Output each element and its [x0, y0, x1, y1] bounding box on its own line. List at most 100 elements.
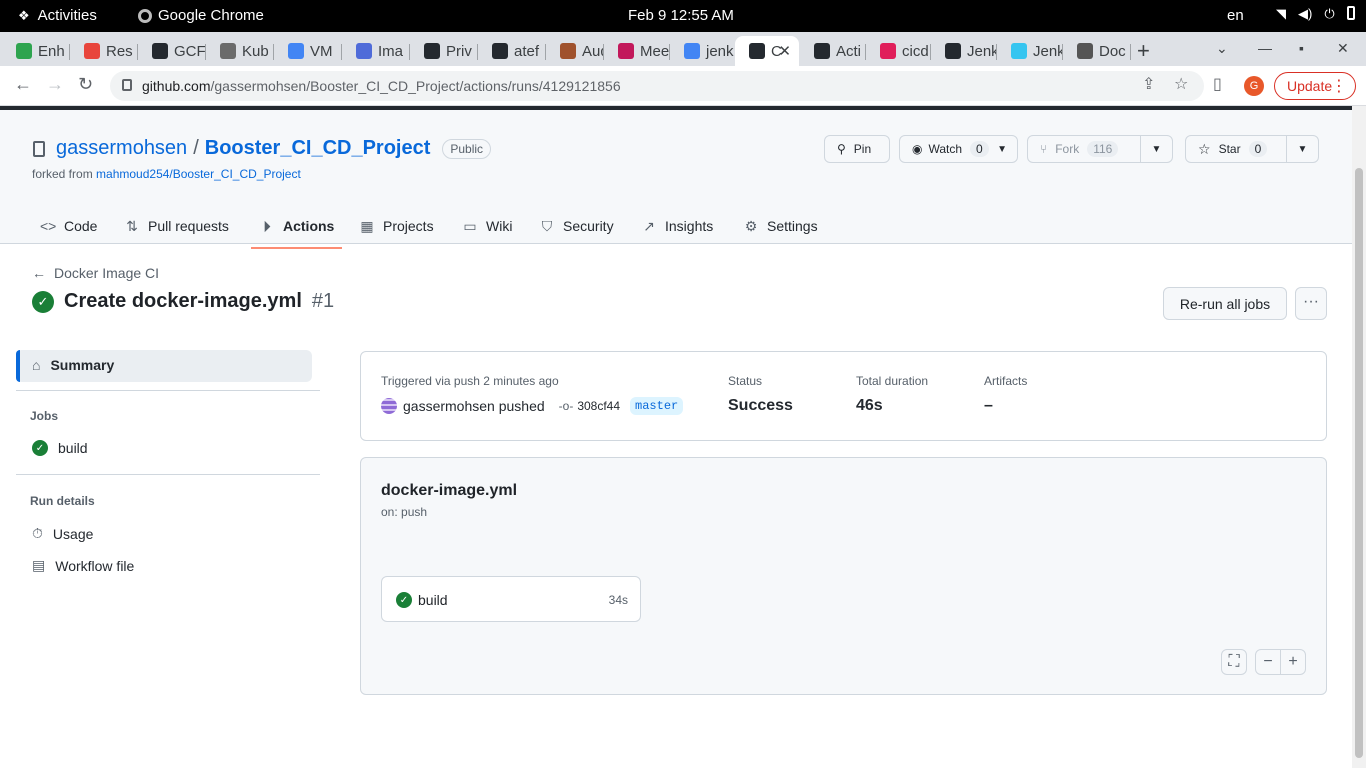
tab-pull-requests[interactable]: ⇅ Pull requests: [124, 204, 229, 248]
reload-icon[interactable]: ↻: [78, 74, 93, 95]
browser-tab[interactable]: GCF: [138, 36, 206, 66]
fullscreen-icon[interactable]: ⛶: [1221, 649, 1247, 675]
repo-nav: <> Code ⇅ Pull requests ⏵ Actions ▦ Projects…: [0, 204, 1352, 249]
browser-tab[interactable]: Acti: [800, 36, 866, 66]
browser-tab[interactable]: Jenk: [931, 36, 997, 66]
page-scrollbar[interactable]: [1352, 106, 1366, 768]
minimize-button[interactable]: —: [1258, 40, 1272, 56]
shield-icon: ⛉: [541, 217, 553, 234]
browser-tab[interactable]: Priv: [410, 36, 478, 66]
tab-settings-label: Settings: [767, 218, 818, 234]
browser-tab[interactable]: Res: [70, 36, 138, 66]
kebab-horizontal-icon[interactable]: ···: [1295, 287, 1327, 320]
language-indicator[interactable]: en: [1227, 7, 1244, 24]
tab-insights[interactable]: ↗ Insights: [641, 204, 713, 248]
workflow-trigger: on: push: [381, 505, 428, 519]
tab-wiki[interactable]: ▭ Wiki: [462, 204, 512, 248]
run-details-heading: Run details: [30, 494, 95, 508]
job-node-duration: 34s: [608, 593, 628, 607]
tab-title: Jenk: [1033, 42, 1063, 60]
url-path: /gassermohsen/Booster_CI_CD_Project/acti…: [210, 78, 621, 94]
bookmark-star-icon[interactable]: ☆: [1174, 74, 1188, 94]
browser-tab[interactable]: Aud: [546, 36, 604, 66]
browser-tab[interactable]: Jenk: [997, 36, 1063, 66]
tab-title: Mee: [640, 42, 670, 60]
tab-security[interactable]: ⛉ Security: [539, 204, 614, 248]
app-name-label: Google Chrome: [158, 7, 264, 24]
share-icon[interactable]: ⇪: [1142, 74, 1155, 94]
tab-search-chevron-icon[interactable]: ⌄: [1216, 40, 1228, 57]
star-button[interactable]: ☆ Star 0: [1185, 135, 1287, 163]
job-node-build[interactable]: ✓ build 34s: [381, 576, 641, 622]
actor-pushed[interactable]: gassermohsen pushed: [403, 398, 545, 414]
star-dropdown-button[interactable]: ▼: [1286, 135, 1319, 163]
tab-favicon-icon: [1077, 43, 1093, 59]
commit-link[interactable]: -o- 308cf44: [559, 399, 620, 413]
star-count: 0: [1248, 141, 1268, 157]
zoom-out-icon[interactable]: −: [1255, 649, 1281, 675]
watch-button[interactable]: ◉ Watch 0 ▼: [899, 135, 1018, 163]
sidebar-summary-link[interactable]: ⌂ Summary: [32, 357, 114, 373]
workflow-back-link[interactable]: ← Docker Image CI: [32, 265, 159, 281]
sidebar-item-build[interactable]: ✓ build: [32, 440, 88, 456]
repo-name-link[interactable]: Booster_CI_CD_Project: [205, 137, 431, 160]
tab-actions[interactable]: ⏵ Actions: [250, 204, 343, 249]
browser-tab[interactable]: C ✕: [735, 36, 799, 66]
pin-label: Pin: [853, 142, 872, 156]
artifacts-label: Artifacts: [984, 374, 1028, 388]
back-arrow-icon[interactable]: ←: [14, 74, 32, 95]
tab-code[interactable]: <> Code: [40, 204, 97, 248]
fork-dropdown-button[interactable]: ▼: [1140, 135, 1173, 163]
table-icon: ▦: [360, 217, 374, 234]
app-menu[interactable]: Google Chrome: [138, 7, 264, 24]
gear-icon: ⚙: [744, 217, 758, 234]
browser-tab[interactable]: Mee: [604, 36, 670, 66]
browser-tab[interactable]: Kub: [206, 36, 274, 66]
pull-request-icon: ⇅: [126, 217, 138, 234]
avatar[interactable]: [381, 398, 397, 414]
workflow-file-label: Workflow file: [55, 557, 135, 574]
pin-button[interactable]: ⚲ Pin: [824, 135, 890, 163]
activities-button[interactable]: ❖ Activities: [18, 7, 97, 24]
tab-favicon-icon: [1011, 43, 1027, 59]
update-button[interactable]: Update ⋮: [1274, 72, 1356, 100]
tab-favicon-icon: [749, 43, 765, 59]
browser-tab[interactable]: Ima: [342, 36, 410, 66]
workflow-graph: docker-image.yml on: push ✓ build 34s ⛶ …: [360, 457, 1327, 695]
run-title-text: Create docker-image.yml: [64, 290, 302, 312]
address-bar[interactable]: github.com/gassermohsen/Booster_CI_CD_Pr…: [110, 71, 1204, 101]
wifi-icon: ◥: [1276, 6, 1286, 21]
clock[interactable]: Feb 9 12:55 AM: [628, 7, 734, 24]
profile-avatar[interactable]: G: [1244, 76, 1264, 96]
browser-tab[interactable]: Doc: [1063, 36, 1131, 66]
side-panel-icon[interactable]: ▯: [1213, 74, 1222, 94]
zoom-in-icon[interactable]: +: [1280, 649, 1306, 675]
sidebar-item-workflow-file[interactable]: ▤ Workflow file: [32, 557, 134, 574]
browser-tab[interactable]: atef: [478, 36, 546, 66]
sidebar-item-usage[interactable]: ⏱ Usage: [32, 525, 93, 542]
close-window-button[interactable]: ✕: [1337, 40, 1349, 57]
browser-tab[interactable]: jenk: [670, 36, 735, 66]
forward-arrow-icon[interactable]: →: [46, 74, 64, 95]
browser-tab[interactable]: cicd: [866, 36, 931, 66]
repo-owner-link[interactable]: gassermohsen: [56, 137, 187, 160]
branch-label[interactable]: master: [630, 397, 684, 415]
push-info: gassermohsen pushed -o- 308cf44 master: [381, 397, 684, 415]
rerun-all-jobs-button[interactable]: Re-run all jobs: [1163, 287, 1287, 320]
arrow-left-icon: ←: [32, 265, 46, 281]
forked-from-link[interactable]: mahmoud254/Booster_CI_CD_Project: [96, 167, 301, 181]
tab-projects[interactable]: ▦ Projects: [359, 204, 433, 248]
fork-label: Fork: [1055, 142, 1080, 156]
new-tab-button[interactable]: +: [1137, 38, 1150, 64]
scrollbar-thumb[interactable]: [1355, 168, 1363, 758]
fork-button[interactable]: ⑂ Fork 116: [1027, 135, 1141, 163]
close-tab-icon[interactable]: ✕: [778, 42, 791, 60]
chevron-down-icon: ▼: [1151, 143, 1162, 155]
tab-settings[interactable]: ⚙ Settings: [743, 204, 818, 248]
tab-title: jenk: [706, 42, 734, 60]
system-tray[interactable]: ◥ ◀) ⏻: [1276, 6, 1355, 21]
eye-icon: ◉: [912, 142, 923, 156]
maximize-button[interactable]: ▪: [1299, 40, 1304, 56]
browser-tab[interactable]: VM: [274, 36, 342, 66]
browser-tab[interactable]: Enh: [2, 36, 70, 66]
